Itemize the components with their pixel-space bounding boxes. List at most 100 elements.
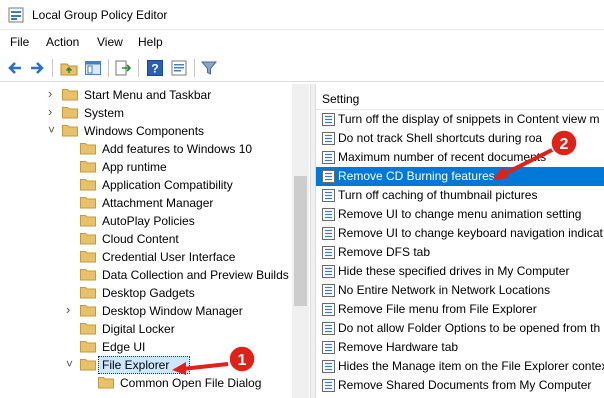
tree-item[interactable]: Data Collection and Preview Builds [0,266,292,284]
folder-icon [80,341,96,353]
setting-row[interactable]: Remove DFS tab [316,243,604,262]
folder-icon [80,359,96,371]
setting-label: Remove DFS tab [338,245,431,259]
chevron-down-icon[interactable]: ˅ [66,358,76,370]
annotation-number-1: 1 [238,352,247,369]
tree-item[interactable]: › System [0,104,292,122]
folder-icon [80,287,96,299]
title-bar: Local Group Policy Editor [0,0,604,30]
tree-item[interactable]: › Start Menu and Taskbar [0,86,292,104]
folder-icon [80,269,96,281]
chevron-down-icon[interactable]: ˅ [48,124,58,136]
filter-icon[interactable] [200,59,218,77]
tree-item[interactable]: Add features to Windows 10 [0,140,292,158]
policy-setting-icon [322,227,335,240]
setting-label: Hide these specified drives in My Comput… [338,264,570,278]
tree-item[interactable]: Digital Locker [0,320,292,338]
menu-file[interactable]: File [10,35,29,49]
folder-icon [80,251,96,263]
setting-row[interactable]: Remove UI to change keyboard navigation … [316,224,604,243]
tree-item[interactable]: Cloud Content [0,230,292,248]
policy-setting-icon [322,360,335,373]
svg-text:?: ? [151,62,158,76]
setting-label: Turn off caching of thumbnail pictures [338,188,538,202]
setting-row[interactable]: Remove Shared Documents from My Computer [316,376,604,395]
group-policy-app-icon [8,7,24,23]
setting-row[interactable]: Hides the Manage item on the File Explor… [316,357,604,376]
tree-scrollbar-thumb[interactable] [294,176,307,306]
setting-row[interactable]: Hide these specified drives in My Comput… [316,262,604,281]
chevron-right-icon[interactable]: › [48,105,58,118]
toolbar-separator [52,59,53,77]
tree-item-label: Cloud Content [102,232,179,246]
setting-row[interactable]: Remove File menu from File Explorer [316,300,604,319]
annotation-number-2: 2 [560,136,569,153]
setting-row[interactable]: Turn off caching of thumbnail pictures [316,186,604,205]
tree-item[interactable]: App runtime [0,158,292,176]
properties-icon[interactable] [170,59,188,77]
setting-row[interactable]: Do not allow Folder Options to be opened… [316,319,604,338]
tree-item-label: Desktop Gadgets [102,286,195,300]
policy-setting-icon [322,265,335,278]
setting-row[interactable]: No Entire Network in Network Locations [316,281,604,300]
folder-icon [62,125,78,137]
column-header-setting[interactable]: Setting [316,84,604,110]
tree-item-label: Windows Components [84,124,205,138]
setting-label: Remove UI to change keyboard navigation … [338,226,603,240]
annotation-arrow-1: 1 [172,345,256,375]
up-folder-icon[interactable] [60,59,78,77]
policy-setting-icon [322,303,335,316]
tree-item[interactable]: Attachment Manager [0,194,292,212]
chevron-right-icon[interactable]: › [66,303,76,316]
tree-item[interactable]: ˅ Windows Components [0,122,292,140]
policy-setting-icon [322,341,335,354]
tree-item-label: Digital Locker [102,322,175,336]
back-arrow-icon[interactable] [6,59,24,77]
policy-setting-icon [322,246,335,259]
tree-item-label: Edge UI [102,340,146,354]
policy-setting-icon [322,284,335,297]
folder-icon [80,215,96,227]
column-header-label: Setting [322,92,360,106]
tree-item-label: File Explorer [102,358,170,372]
tree-item-label: Data Collection and Preview Builds [102,268,289,282]
tree-item-label: Common Open File Dialog [120,376,262,390]
forward-arrow-icon[interactable] [28,59,46,77]
toolbar: ? [0,54,604,82]
setting-row[interactable]: Remove Hardware tab [316,338,604,357]
toolbar-separator [194,59,195,77]
tree-scrollbar[interactable] [292,84,309,398]
setting-label: Remove Shared Documents from My Computer [338,378,592,392]
setting-label: Hides the Manage item on the File Explor… [338,359,604,373]
policy-setting-icon [322,189,335,202]
tree-item[interactable]: Desktop Gadgets [0,284,292,302]
setting-row[interactable]: Remove UI to change menu animation setti… [316,205,604,224]
menu-action[interactable]: Action [46,35,79,49]
export-list-icon[interactable] [114,59,132,77]
menu-view[interactable]: View [97,35,123,49]
policy-setting-icon [322,151,335,164]
tree-item-label: Start Menu and Taskbar [84,88,212,102]
tree-item-label: App runtime [102,160,167,174]
annotation-arrow-2: 2 [492,129,578,180]
policy-setting-icon [322,170,335,183]
tree-item-label: Add features to Windows 10 [102,142,253,156]
setting-label: Remove File menu from File Explorer [338,302,537,316]
folder-icon [80,197,96,209]
menu-help[interactable]: Help [138,35,163,49]
folder-icon [80,305,96,317]
setting-label: Do not allow Folder Options to be opened… [338,321,601,335]
tree-item-label: Application Compatibility [102,178,233,192]
tree-item[interactable]: Credential User Interface [0,248,292,266]
show-hide-tree-icon[interactable] [84,59,102,77]
setting-label: Remove CD Burning features [338,169,495,183]
folder-icon [80,179,96,191]
setting-label: Remove Hardware tab [338,340,459,354]
policy-setting-icon [322,379,335,392]
help-icon[interactable]: ? [146,59,164,77]
tree-item[interactable]: AutoPlay Policies [0,212,292,230]
chevron-right-icon[interactable]: › [48,87,58,100]
tree-item-label: Attachment Manager [102,196,214,210]
tree-item[interactable]: Application Compatibility [0,176,292,194]
tree-item[interactable]: › Desktop Window Manager [0,302,292,320]
